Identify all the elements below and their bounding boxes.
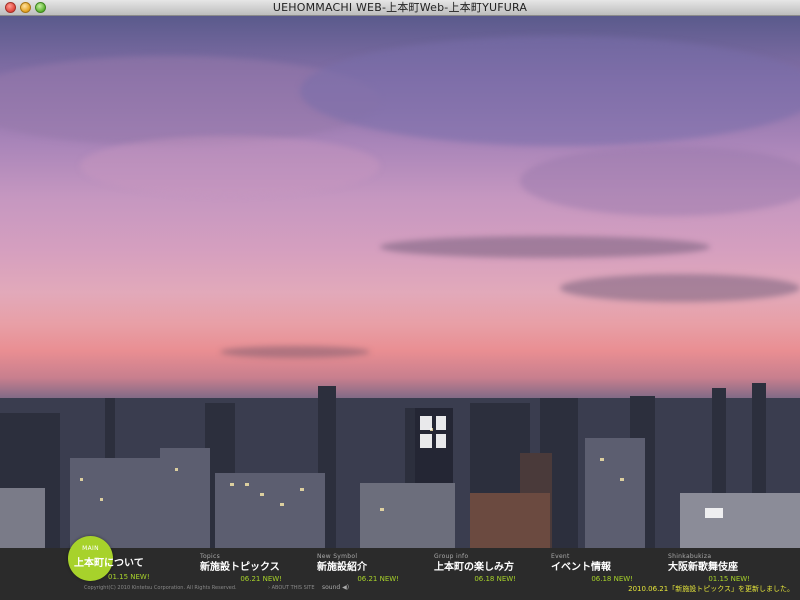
cloud [300,36,800,146]
nav-item-category: New Symbol [317,553,358,560]
sound-label: sound [322,584,341,591]
nav-item-shinkabukiza[interactable]: Shinkabukiza 大阪新歌舞伎座 01.15 NEW! [668,553,778,584]
nav-item-date: 01.15 NEW! [708,575,750,583]
cloud [560,274,800,302]
cloud [380,236,710,258]
nav-item-topics[interactable]: Topics 新施設トピックス 06.21 NEW! [200,553,310,584]
nav-item-title: 大阪新歌舞伎座 [668,562,738,573]
city-skyline [0,383,800,548]
nav-item-title: 上本町の楽しみ方 [434,562,514,573]
nav-main-item[interactable]: MAIN 上本町について [68,536,144,581]
window-titlebar: UEHOMMACHI WEB-上本町Web-上本町YUFURA [0,0,800,16]
nav-item-date: 06.21 NEW! [240,575,282,583]
nav-item-event[interactable]: Event イベント情報 06.18 NEW! [551,553,661,584]
speaker-icon: ◀) [342,584,350,591]
hero-photo [0,16,800,548]
nav-item-date: 06.18 NEW! [474,575,516,583]
nav-item-group-info[interactable]: Group info 上本町の楽しみ方 06.18 NEW! [434,553,544,584]
nav-item-category: Shinkabukiza [668,553,712,560]
cloud [220,346,370,358]
nav-item-category: Topics [200,553,221,560]
about-site-link[interactable]: › ABOUT THIS SITE [268,585,315,591]
nav-item-title: 新施設紹介 [317,562,367,573]
nav-item-date: 06.18 NEW! [591,575,633,583]
nav-main-category: MAIN [82,545,99,552]
copyright-text: Copyright(C) 2010 Kintetsu Corporation. … [84,585,237,591]
nav-item-title: イベント情報 [551,562,611,573]
nav-item-category: Event [551,553,570,560]
news-ticker[interactable]: 2010.06.21「新施設トピックス」を更新しました。 [628,584,794,594]
nav-main-date: 01.15 NEW! [108,573,150,581]
window-title: UEHOMMACHI WEB-上本町Web-上本町YUFURA [272,1,528,14]
nav-main-title: 上本町について [74,558,144,569]
cloud [80,136,380,196]
nav-item-category: Group info [434,553,469,560]
nav-item-new-symbol[interactable]: New Symbol 新施設紹介 06.21 NEW! [317,553,427,584]
sound-toggle[interactable]: sound ◀) [322,584,349,591]
nav-item-date: 06.21 NEW! [357,575,399,583]
nav-item-title: 新施設トピックス [200,562,280,573]
cloud [520,146,800,216]
